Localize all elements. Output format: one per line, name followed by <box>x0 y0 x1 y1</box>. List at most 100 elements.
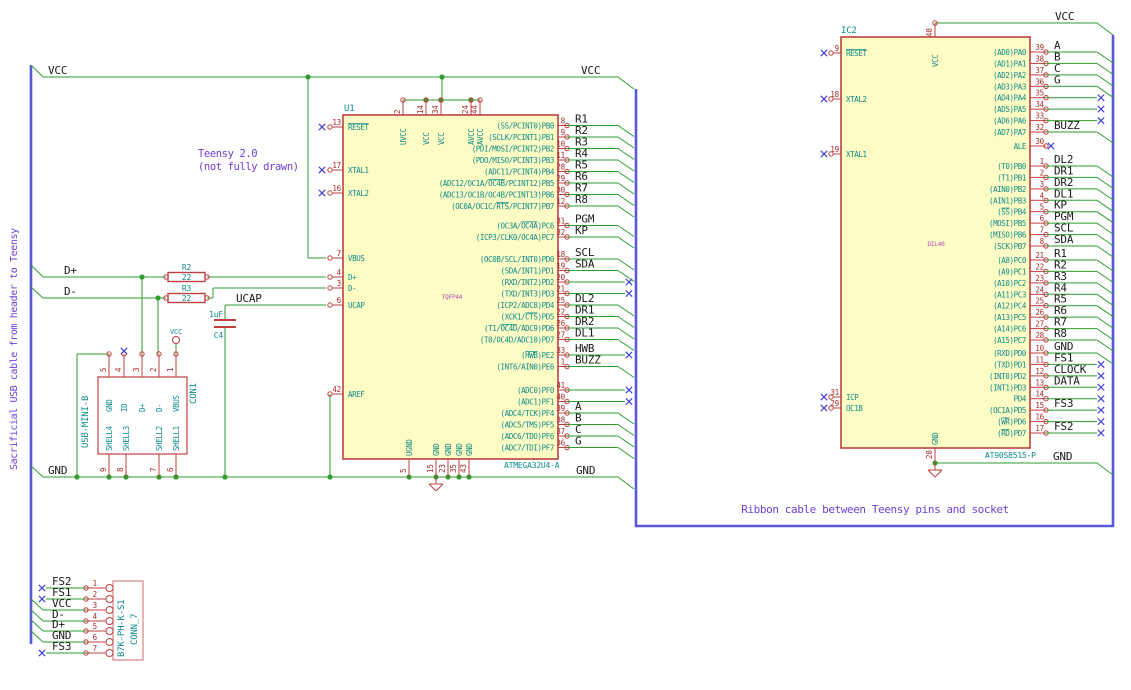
bus-entry <box>30 630 44 643</box>
pin-number: 24 <box>1035 285 1044 294</box>
net-label[interactable]: FS2 <box>1054 420 1073 433</box>
ic-ref[interactable]: U1 <box>344 104 355 114</box>
connector-pad[interactable] <box>105 617 114 625</box>
pin-name: (WR)PD6 <box>997 418 1027 427</box>
bus-entry <box>617 412 635 425</box>
pin-number: 26 <box>1035 308 1044 317</box>
connector-pad[interactable] <box>105 595 114 603</box>
pin-number: 16 <box>1035 413 1044 422</box>
net-label[interactable]: GND <box>576 464 595 477</box>
pin-number: 8 <box>116 467 125 472</box>
capacitor-value[interactable]: 1uF <box>209 310 223 319</box>
no-connect-icon <box>1097 360 1105 369</box>
connector-pad[interactable] <box>105 584 114 592</box>
ic-value[interactable]: AT90S8515-P <box>985 451 1036 460</box>
net-label[interactable]: SDA <box>575 258 595 271</box>
net-label[interactable]: SDA <box>1054 233 1074 246</box>
pin-number: 2 <box>1040 168 1044 177</box>
pin-number: 32 <box>556 228 565 237</box>
pin-name: (AD6)PA6 <box>993 117 1027 126</box>
pin-name: (ADC4/TCK)PF4 <box>500 409 554 418</box>
pin-number: 5 <box>99 368 108 372</box>
net-label[interactable]: D- <box>64 285 77 298</box>
pin-number: 25 <box>1035 297 1044 306</box>
no-connect-icon <box>625 289 633 298</box>
pin-number: 5 <box>1040 203 1044 212</box>
connector-pad[interactable] <box>105 649 114 657</box>
net-label[interactable]: FS3 <box>1054 397 1073 410</box>
net-label[interactable]: DL1 <box>575 327 594 340</box>
pin-number: 12 <box>556 197 565 206</box>
resistor-ref[interactable]: R3 <box>182 284 192 293</box>
net-label[interactable]: R8 <box>1054 327 1067 340</box>
pin-number: 4 <box>93 612 98 621</box>
power-symbol-label[interactable]: VCC <box>170 328 182 336</box>
pin-number: 35 <box>1035 89 1044 98</box>
bus-entry <box>617 182 635 195</box>
usb-connector-value[interactable]: USB-MINI-B <box>81 396 91 448</box>
resistor-value[interactable]: 22 <box>182 273 192 282</box>
note-teensy-subtitle[interactable]: (not fully drawn) <box>198 161 299 173</box>
pin-name: (AD2)PA2 <box>993 71 1026 80</box>
pin-number: 21 <box>1035 251 1044 260</box>
pin-number: 25 <box>556 296 565 305</box>
usb-connector-ref[interactable]: CON1 <box>189 383 199 404</box>
bus-entry <box>30 598 44 611</box>
connector-pad[interactable] <box>105 638 114 646</box>
net-label[interactable]: D+ <box>64 264 78 277</box>
connector-pad[interactable] <box>105 606 114 614</box>
net-label[interactable]: G <box>1054 73 1061 86</box>
pin-name: (TXD/INT3)PD3 <box>500 290 554 299</box>
resistor-ref[interactable]: R2 <box>182 263 192 272</box>
pin-name: (SS/PCINT0)PB0 <box>496 122 555 131</box>
pin-name: AREF <box>348 390 365 399</box>
pin-name: (RXD/INT2)PD2 <box>500 278 554 287</box>
pin-name: (A8)PC0 <box>997 256 1027 265</box>
pin-name: XTAL1 <box>846 150 867 159</box>
pin-name: ICP <box>846 393 859 402</box>
net-label[interactable]: G <box>575 435 582 448</box>
junction-icon <box>139 274 145 280</box>
net-label[interactable]: BUZZ <box>575 354 601 367</box>
connector-pad[interactable] <box>105 627 114 635</box>
net-label[interactable]: FS3 <box>52 640 71 653</box>
capacitor-ref[interactable]: C4 <box>214 331 224 340</box>
conn7-ref[interactable]: CONN_7 <box>130 614 140 645</box>
pin-name: (OC0B/SCL/INT0)PD0 <box>480 255 555 264</box>
net-label[interactable]: KP <box>575 224 589 237</box>
pin-number: 1 <box>166 368 175 372</box>
pin-name: (A10)PC2 <box>993 279 1026 288</box>
net-label[interactable]: DATA <box>1054 374 1080 387</box>
junction-icon <box>327 474 333 480</box>
pin-name: (ADC0)PF0 <box>517 386 555 395</box>
pin-name: SHELL3 <box>122 426 131 451</box>
bus-entry <box>617 148 635 160</box>
pin-number: 15 <box>1035 401 1044 410</box>
bus-entry <box>617 476 635 490</box>
pin-number: 29 <box>830 399 839 408</box>
net-label[interactable]: GND <box>1053 450 1072 463</box>
pin-name: (ADC5/TMS)PF5 <box>500 421 554 430</box>
net-label[interactable]: VCC <box>1055 10 1074 23</box>
net-label[interactable]: R8 <box>575 193 588 206</box>
resistor-value[interactable]: 22 <box>182 294 192 303</box>
note-ribbon-cable[interactable]: Ribbon cable between Teensy pins and soc… <box>640 503 1110 516</box>
ic-value[interactable]: ATMEGA32U4-A <box>504 461 560 470</box>
pin-name: (A13)PC5 <box>993 313 1026 322</box>
bus-entry <box>30 264 44 278</box>
pin-name: (AD5)PA5 <box>993 105 1026 114</box>
net-label[interactable]: GND <box>48 464 67 477</box>
net-label[interactable]: BUZZ <box>1054 119 1080 132</box>
conn7-value[interactable]: B7K-PH-K-S1 <box>117 600 127 657</box>
ic-package: TQFP44 <box>442 294 463 301</box>
note-sacrificial-usb-cable[interactable]: Sacrificial USB cable from header to Tee… <box>9 228 20 470</box>
ic-ref[interactable]: IC2 <box>841 26 857 36</box>
no-connect-icon <box>1097 116 1105 125</box>
note-teensy-title[interactable]: Teensy 2.0 <box>198 148 258 160</box>
net-label[interactable]: UCAP <box>236 292 262 305</box>
bus-entry <box>30 609 44 622</box>
pin-name: (INT0)PD2 <box>989 372 1026 381</box>
net-label[interactable]: VCC <box>581 64 600 77</box>
pin-number: 31 <box>830 388 839 397</box>
net-label[interactable]: VCC <box>48 64 67 77</box>
